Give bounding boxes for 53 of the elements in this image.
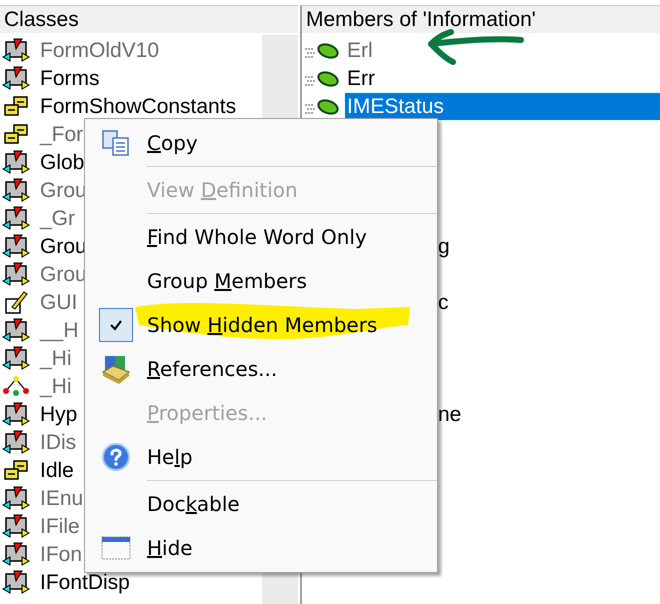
copy-icon	[101, 129, 131, 157]
class-icon	[2, 37, 30, 63]
class-name[interactable]: _For	[40, 120, 84, 148]
class-icon	[2, 233, 30, 259]
class-name[interactable]: Idle	[40, 456, 74, 484]
class-name[interactable]: IEnu	[40, 484, 84, 512]
class-icon	[2, 513, 30, 539]
menu-item[interactable]: Copy	[85, 121, 437, 165]
class-icon	[2, 65, 30, 91]
class-icon	[2, 345, 30, 371]
class-name[interactable]: _Hi	[40, 344, 72, 372]
class-name[interactable]: Forms	[40, 64, 100, 92]
member-name[interactable]: ne	[438, 400, 462, 428]
class-name[interactable]: IFontDisp	[40, 568, 130, 596]
member-name[interactable]: Err	[345, 64, 377, 92]
class-icon	[2, 401, 30, 427]
class-icon	[2, 177, 30, 203]
class-name[interactable]: GUI	[40, 288, 78, 316]
class-icon	[2, 317, 30, 343]
panel-header: Classes	[0, 6, 298, 35]
menu-item[interactable]: Group Members	[85, 259, 437, 303]
member-name[interactable]: Erl	[345, 36, 375, 64]
class-icon	[2, 569, 30, 595]
class-name[interactable]: _Gr	[40, 204, 76, 232]
menu-item[interactable]: Show Hidden Members	[85, 303, 437, 347]
class-name[interactable]: Glob	[40, 148, 84, 176]
menu-item[interactable]: Find Whole Word Only	[85, 215, 437, 259]
class-icon	[2, 149, 30, 175]
class-icon	[2, 541, 30, 567]
class-name[interactable]: IFon	[40, 540, 82, 568]
class-icon	[2, 205, 30, 231]
class-name[interactable]: _Hi	[40, 372, 72, 400]
menu-item[interactable]: Help	[85, 435, 437, 479]
class-icon	[2, 261, 30, 287]
menu-item[interactable]: References...	[85, 347, 437, 391]
member-name[interactable]: IMEStatus	[345, 92, 660, 120]
member-name[interactable]: c	[438, 288, 448, 316]
window-icon	[101, 536, 131, 560]
class-icon	[2, 485, 30, 511]
panel-header: Members of 'Information'	[302, 6, 660, 35]
class-name[interactable]: IFile	[40, 512, 80, 540]
class-name[interactable]: Hyp	[40, 400, 78, 428]
help-icon	[101, 442, 131, 472]
member-name[interactable]: g	[438, 232, 450, 260]
class-name[interactable]: IDis	[40, 428, 76, 456]
books-icon	[101, 354, 131, 384]
menu-item[interactable]: Dockable	[85, 482, 437, 526]
class-icon	[2, 429, 30, 455]
menu-item[interactable]: Hide	[85, 526, 437, 570]
class-name[interactable]: __H	[40, 316, 79, 344]
class-name[interactable]: FormOldV10	[40, 36, 160, 64]
class-name[interactable]: FormShowConstants	[40, 92, 236, 120]
type-icon	[2, 373, 30, 399]
